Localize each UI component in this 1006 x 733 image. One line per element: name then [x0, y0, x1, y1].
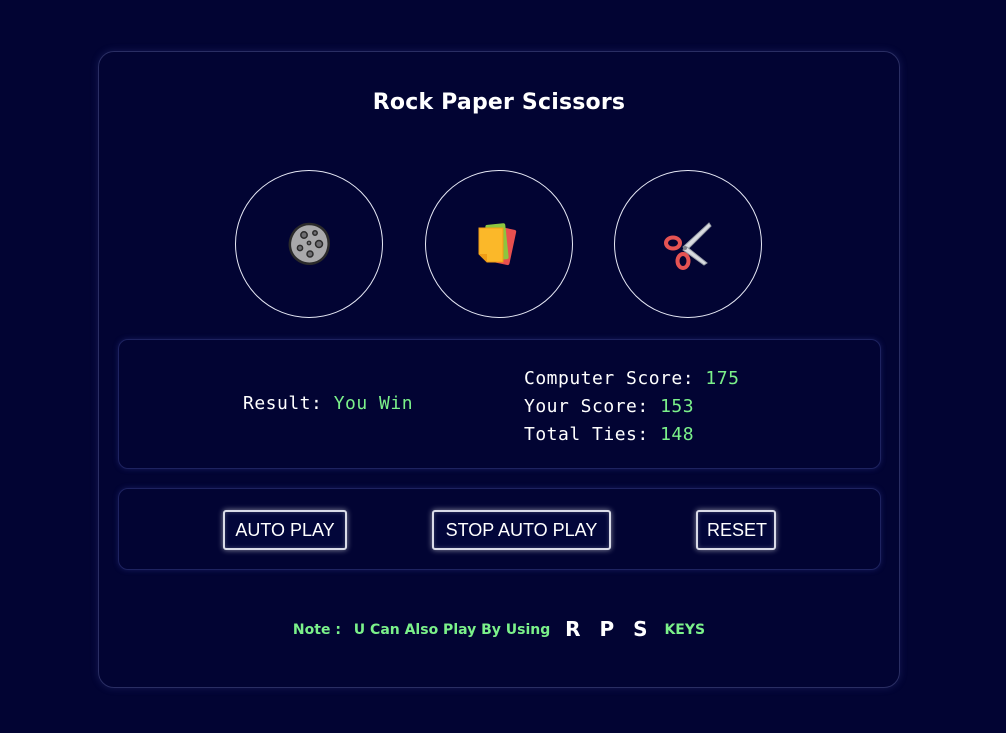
paper-icon [478, 223, 517, 266]
scissors-button[interactable] [614, 170, 762, 318]
rock-button[interactable] [235, 170, 383, 318]
ties-row: Total Ties: 148 [524, 421, 739, 449]
result-label: Result: [243, 393, 323, 414]
note-label: Note : [292, 622, 341, 638]
ties-value: 148 [660, 424, 695, 445]
controls-panel: AUTO PLAY STOP AUTO PLAY RESET [118, 488, 881, 570]
note-suffix: KEYS [664, 622, 706, 638]
reset-button[interactable]: RESET [696, 510, 776, 550]
your-score-value: 153 [660, 396, 695, 417]
note-keys: R P S [565, 617, 654, 641]
computer-score-value: 175 [705, 368, 740, 389]
stop-auto-play-button[interactable]: STOP AUTO PLAY [432, 510, 611, 550]
note-text: U Can Also Play By Using [353, 622, 551, 638]
scoreboard: Computer Score: 175 Your Score: 153 Tota… [524, 365, 739, 449]
rock-icon [288, 222, 330, 265]
game-card: Rock Paper Scissors Result: You Win Comp… [98, 51, 900, 688]
results-panel: Result: You Win Computer Score: 175 Your… [118, 339, 881, 469]
page-title: Rock Paper Scissors [372, 90, 626, 115]
result-line: Result: You Win [243, 393, 413, 414]
computer-score-label: Computer Score: [524, 368, 695, 389]
keyboard-note: Note : U Can Also Play By Using R P S KE… [99, 617, 899, 641]
your-score-row: Your Score: 153 [524, 393, 739, 421]
auto-play-button[interactable]: AUTO PLAY [223, 510, 347, 550]
scissors-icon [664, 222, 712, 270]
ties-label: Total Ties: [524, 424, 649, 445]
your-score-label: Your Score: [524, 396, 649, 417]
computer-score-row: Computer Score: 175 [524, 365, 739, 393]
result-value: You Win [333, 393, 414, 414]
paper-button[interactable] [425, 170, 573, 318]
